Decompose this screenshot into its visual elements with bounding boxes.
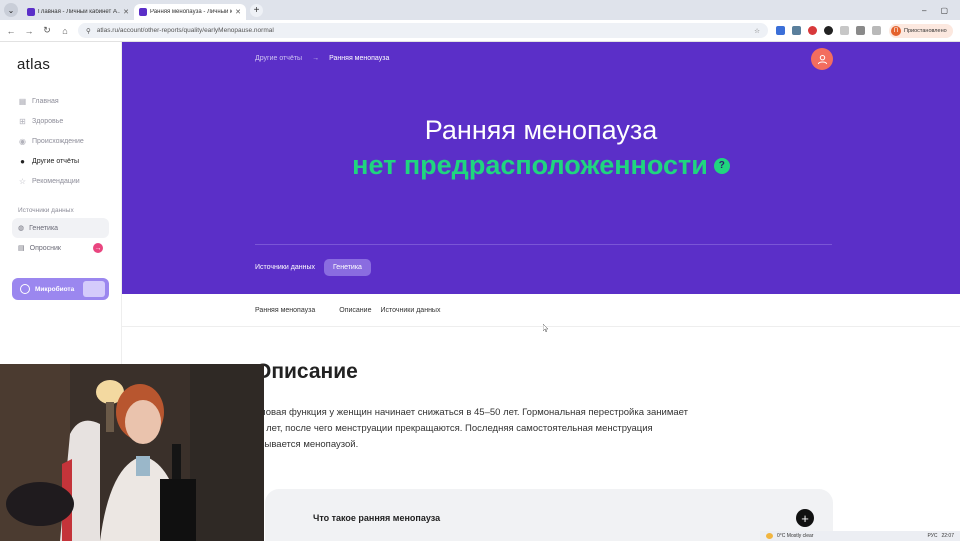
extension-icon[interactable] bbox=[824, 26, 833, 35]
webcam-overlay bbox=[0, 364, 264, 541]
faq-question[interactable]: Что такое ранняя менопауза bbox=[313, 513, 440, 523]
avatar: П bbox=[891, 25, 901, 36]
user-icon bbox=[817, 54, 827, 64]
breadcrumb-parent-link[interactable]: Другие отчёты bbox=[255, 55, 302, 62]
url-text: atlas.ru/account/other-reports/quality/e… bbox=[96, 27, 274, 34]
breadcrumb-arrow-icon: → bbox=[312, 55, 320, 62]
microbiota-button[interactable]: Микробиота bbox=[12, 278, 109, 300]
site-info-icon[interactable]: ⚲ bbox=[86, 27, 91, 35]
section-anchor-nav: Ранняя менопауза Описание Источники данн… bbox=[255, 307, 440, 314]
profile-button[interactable]: П Приостановлено bbox=[889, 23, 953, 38]
atlas-favicon-icon bbox=[27, 8, 35, 16]
sidebar-item-label: Здоровье bbox=[32, 117, 64, 125]
reload-icon[interactable]: ↻ bbox=[42, 25, 52, 36]
description-heading: Описание bbox=[255, 360, 358, 383]
microbiota-label: Микробиота bbox=[35, 285, 75, 293]
sidebar-item-label: Другие отчёты bbox=[32, 157, 80, 165]
atlas-logo[interactable]: atlas bbox=[17, 56, 109, 73]
tab-search-icon[interactable]: ⌄ bbox=[4, 3, 18, 17]
arrow-right-icon[interactable]: → bbox=[93, 243, 103, 253]
tab-title: Ранняя менопауза - Личный к… bbox=[150, 9, 233, 15]
bookmark-star-icon[interactable]: ☆ bbox=[754, 27, 760, 35]
browser-toolbar: ← → ↻ ⌂ ⚲ atlas.ru/account/other-reports… bbox=[0, 20, 960, 42]
weather-icon bbox=[766, 533, 773, 539]
sidebar-item-origin[interactable]: ◉ Происхождение bbox=[12, 131, 109, 151]
star-icon: ☆ bbox=[18, 176, 27, 186]
webcam-video-frame bbox=[0, 364, 264, 541]
anchor-links: Описание Источники данных bbox=[339, 307, 440, 314]
sidebar-item-recommendations[interactable]: ☆ Рекомендации bbox=[12, 171, 109, 191]
grid-icon: ▦ bbox=[18, 96, 27, 106]
extension-icon[interactable] bbox=[808, 26, 817, 35]
sidebar-item-label: Происхождение bbox=[32, 137, 84, 145]
anchor-report-title[interactable]: Ранняя менопауза bbox=[255, 307, 315, 314]
description-line: азывается менопаузой. bbox=[255, 439, 359, 450]
profile-status: Приостановлено bbox=[904, 27, 947, 34]
forward-icon[interactable]: → bbox=[24, 26, 34, 36]
extension-icon[interactable] bbox=[776, 26, 785, 35]
predisposition-status: нет предрасположенности ? bbox=[122, 150, 960, 181]
system-taskbar: 0°C Mostly clear РУС 22:07 bbox=[760, 531, 960, 541]
data-sources-heading: Источники данных bbox=[18, 207, 74, 214]
anchor-data-sources[interactable]: Источники данных bbox=[380, 307, 440, 314]
dna-icon: ◍ bbox=[18, 225, 25, 232]
browser-tab-bar: ⌄ Главная - Личный кабинет A… ✕ Ранняя м… bbox=[0, 0, 960, 20]
home-icon[interactable]: ⌂ bbox=[60, 26, 70, 36]
report-hero: Другие отчёты → Ранняя менопауза Ранняя … bbox=[122, 42, 960, 294]
location-icon: ◉ bbox=[19, 136, 26, 146]
atlas-favicon-icon bbox=[139, 8, 147, 16]
tab-title: Главная - Личный кабинет A… bbox=[38, 9, 121, 15]
tab-close-icon[interactable]: ✕ bbox=[235, 8, 241, 16]
browser-tab-report[interactable]: Ранняя менопауза - Личный к… ✕ bbox=[134, 4, 246, 20]
breadcrumb-current: Ранняя менопауза bbox=[329, 55, 390, 62]
address-bar[interactable]: ⚲ atlas.ru/account/other-reports/quality… bbox=[78, 23, 768, 38]
extension-icon[interactable] bbox=[792, 26, 801, 35]
sidebar-item-health[interactable]: ⊞ Здоровье bbox=[12, 111, 109, 131]
clock[interactable]: 22:07 bbox=[941, 533, 960, 539]
help-icon[interactable]: ? bbox=[713, 157, 730, 174]
kit-box-icon bbox=[83, 281, 105, 297]
expand-plus-icon[interactable]: + bbox=[796, 509, 814, 527]
mouse-cursor-icon bbox=[543, 324, 548, 332]
sidebar-item-other-reports[interactable]: ● Другие отчёты bbox=[12, 151, 109, 171]
description-line: оловая функция у женщин начинает снижать… bbox=[255, 407, 688, 418]
source-chip-genetics[interactable]: Генетика bbox=[323, 259, 371, 276]
user-account-button[interactable] bbox=[811, 48, 833, 70]
description-text: оловая функция у женщин начинает снижать… bbox=[255, 405, 735, 453]
divider bbox=[255, 244, 832, 245]
source-label: Опросник bbox=[29, 244, 61, 252]
tab-close-icon[interactable]: ✕ bbox=[123, 8, 129, 16]
window-controls: – ▢ bbox=[922, 6, 960, 15]
breadcrumb: Другие отчёты → Ранняя менопауза bbox=[255, 55, 389, 62]
faq-accordion[interactable]: Что такое ранняя менопауза + bbox=[265, 489, 833, 541]
first-aid-icon: ⊞ bbox=[19, 116, 26, 126]
page-title: Ранняя менопауза bbox=[424, 115, 658, 145]
sidebar-source-genetics[interactable]: ◍ Генетика bbox=[12, 218, 109, 238]
sidepanel-icon[interactable] bbox=[872, 26, 881, 35]
divider bbox=[122, 326, 960, 327]
hero-data-sources: Источники данных Генетика bbox=[255, 259, 371, 276]
description-line: -8 лет, после чего менструации прекращаю… bbox=[255, 423, 653, 434]
puzzle-icon[interactable] bbox=[856, 26, 865, 35]
clipboard-icon: ▤ bbox=[18, 245, 25, 252]
anchor-description[interactable]: Описание bbox=[339, 307, 371, 314]
data-sources-label: Источники данных bbox=[255, 264, 315, 271]
extension-icon[interactable] bbox=[840, 26, 849, 35]
sidebar-item-home[interactable]: ▦ Главная bbox=[12, 91, 109, 111]
language-indicator[interactable]: РУС bbox=[927, 533, 937, 539]
source-label: Генетика bbox=[29, 224, 59, 232]
browser-tab-home[interactable]: Главная - Личный кабинет A… ✕ bbox=[22, 4, 134, 20]
status-text: нет предрасположенности bbox=[352, 150, 708, 180]
restore-icon[interactable]: ▢ bbox=[940, 6, 948, 15]
sidebar-item-label: Рекомендации bbox=[32, 177, 80, 185]
extensions-area bbox=[776, 26, 881, 35]
minimize-icon[interactable]: – bbox=[922, 6, 926, 15]
microbiota-icon bbox=[20, 284, 30, 294]
sidebar-item-label: Главная bbox=[32, 97, 59, 105]
weather-text[interactable]: 0°C Mostly clear bbox=[777, 533, 813, 539]
new-tab-button[interactable]: + bbox=[250, 3, 263, 17]
person-icon: ● bbox=[20, 156, 25, 166]
back-icon[interactable]: ← bbox=[6, 26, 16, 36]
sidebar-source-questionnaire[interactable]: ▤ Опросник → bbox=[12, 238, 109, 258]
